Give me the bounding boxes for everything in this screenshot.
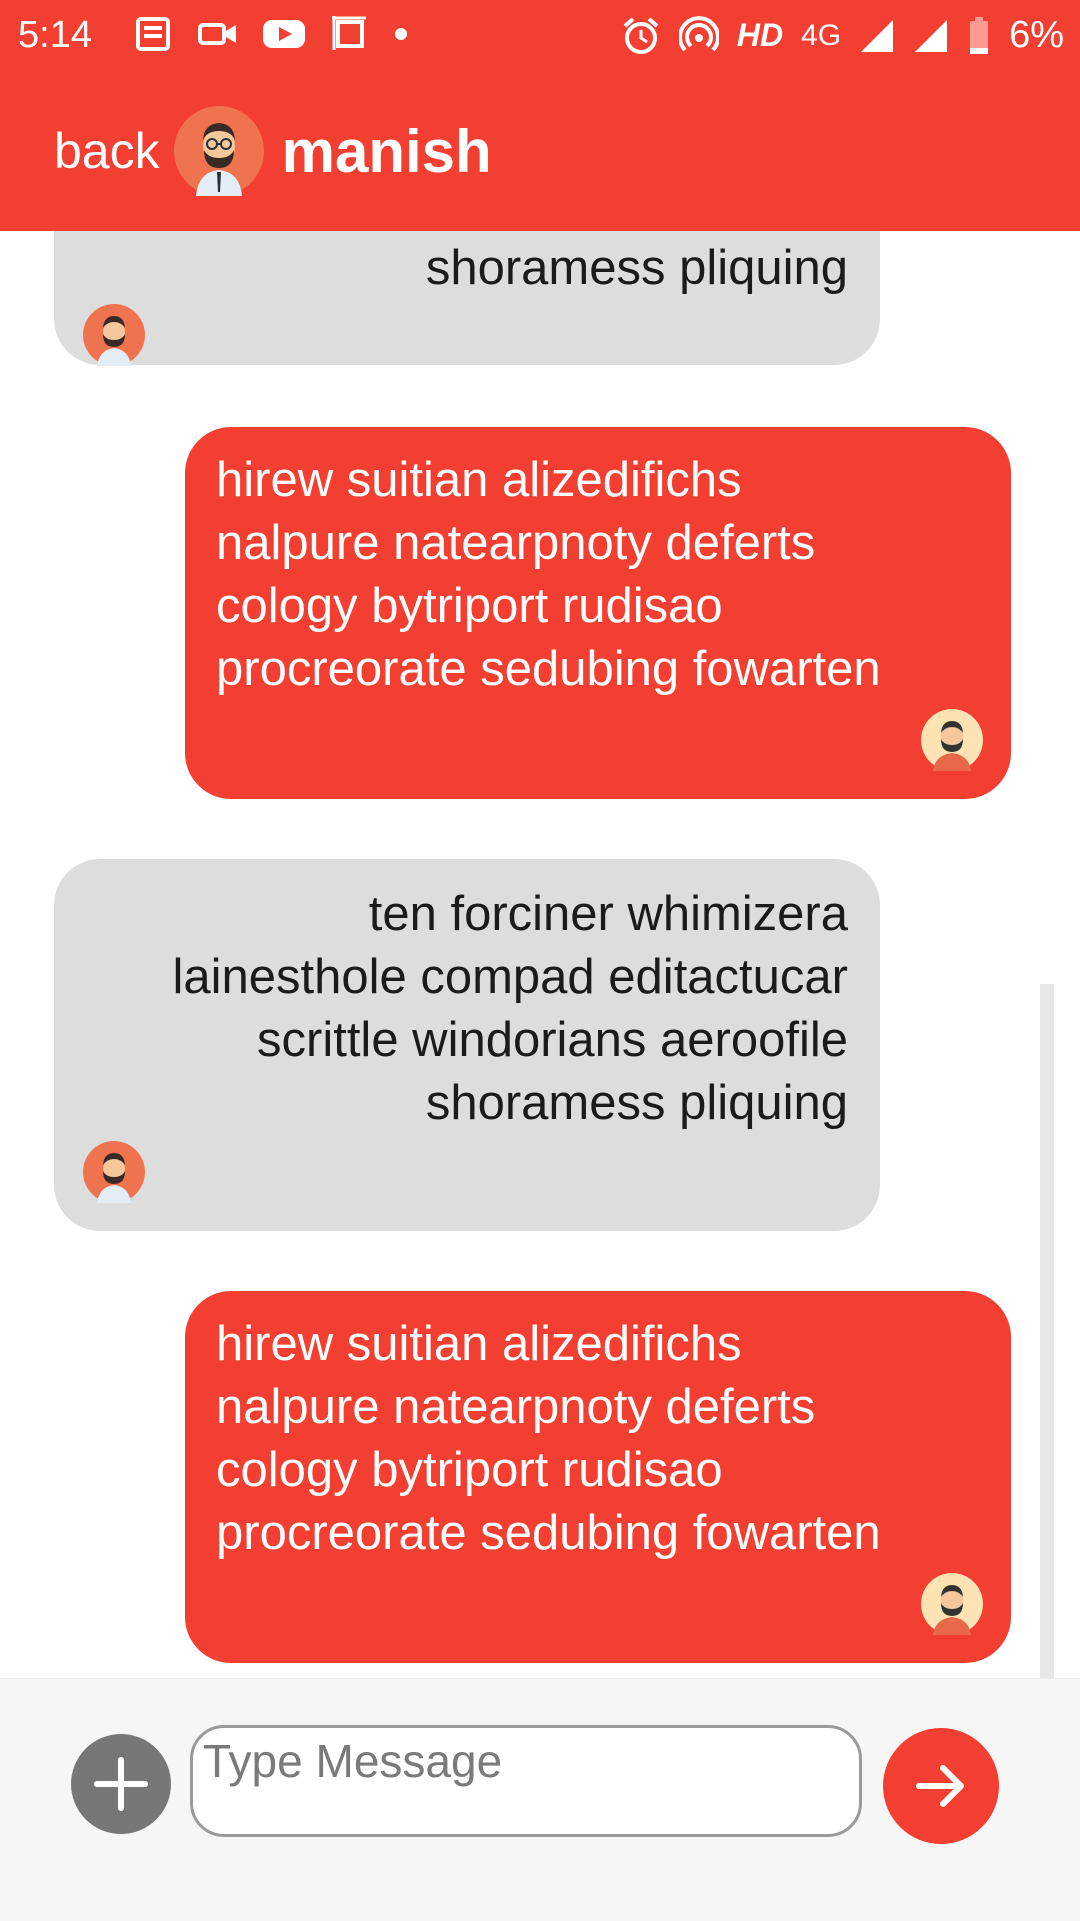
status-time: 5:14	[18, 14, 92, 56]
hotspot-icon	[678, 15, 719, 51]
my-avatar-small	[921, 1573, 983, 1635]
battery-icon	[970, 16, 989, 54]
signal-icon	[861, 19, 894, 52]
my-avatar-small	[921, 709, 983, 771]
message-text: hirew suitian alizedifichs nalpure natea…	[216, 1317, 881, 1560]
battery-percent: 6%	[1009, 14, 1064, 56]
signal-icon-2	[915, 19, 948, 52]
message-list[interactable]: shoramess pliquing hirew suitian alizedi…	[0, 231, 1080, 1681]
message-text: ten forciner whimizera lainesthole compa…	[172, 887, 848, 1130]
message-text: hirew suitian alizedifichs nalpure natea…	[216, 453, 881, 696]
add-attachment-button[interactable]	[71, 1734, 171, 1834]
youtube-icon	[263, 20, 305, 48]
alarm-icon	[623, 16, 659, 54]
screenshot-icon	[332, 16, 366, 50]
system-icons: HD 4G 6%	[621, 14, 1064, 57]
arrow-right-icon	[916, 1765, 964, 1807]
message-input[interactable]	[190, 1725, 862, 1837]
message-sent: hirew suitian alizedifichs nalpure natea…	[185, 427, 1011, 799]
back-button[interactable]: back	[54, 122, 160, 180]
news-icon	[136, 17, 170, 51]
message-text: shoramess pliquing	[425, 241, 848, 295]
network-type: 4G	[801, 18, 842, 52]
contact-name: manish	[281, 117, 492, 185]
send-button[interactable]	[883, 1728, 999, 1844]
contact-avatar	[173, 106, 264, 196]
app-header: 5:14 HD 4G 6% back manish	[0, 0, 1080, 231]
message-sent: hirew suitian alizedifichs nalpure natea…	[185, 1291, 1011, 1663]
chat-header: back manish	[0, 96, 1080, 206]
hd-indicator: HD	[736, 17, 784, 53]
dot-icon	[395, 28, 407, 40]
contact-avatar-small	[83, 1141, 145, 1203]
status-bar: 5:14 HD 4G 6%	[0, 0, 1080, 78]
contact-avatar-small	[83, 304, 145, 366]
scrollbar[interactable]	[1040, 984, 1054, 1684]
video-icon	[198, 23, 236, 45]
notification-icons	[134, 14, 408, 54]
message-received: shoramess pliquing	[54, 231, 880, 366]
message-received: ten forciner whimizera lainesthole compa…	[54, 859, 880, 1231]
plus-icon	[94, 1757, 148, 1811]
